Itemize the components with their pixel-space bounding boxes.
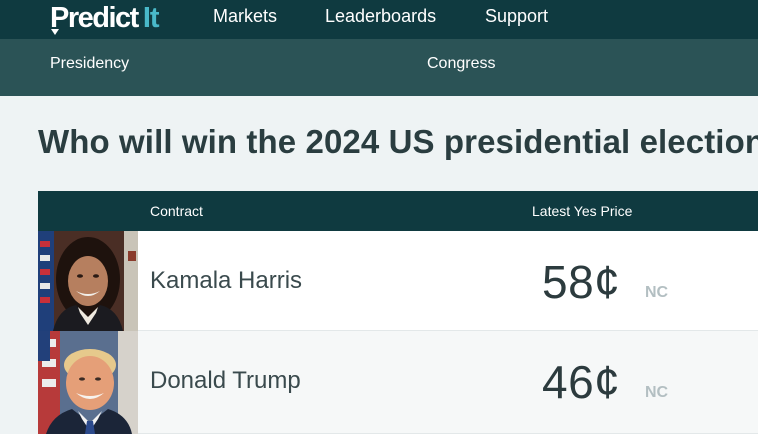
yes-price: 46¢ (542, 356, 621, 408)
column-header-contract: Contract (150, 203, 203, 219)
logo-arrow-icon (51, 29, 59, 35)
logo-text-predict: Predict (50, 2, 139, 34)
harris-avatar (38, 231, 138, 331)
contract-name[interactable]: Donald Trump (150, 367, 301, 395)
subnav-congress[interactable]: Congress (427, 55, 495, 73)
price-change: NC (645, 284, 669, 301)
contract-row-harris[interactable]: Kamala Harris 58¢ NC (38, 231, 758, 331)
table-header: Contract Latest Yes Price (38, 191, 758, 231)
price-change: NC (645, 384, 669, 401)
contract-row-trump[interactable]: Donald Trump 46¢ NC (38, 331, 758, 434)
trump-avatar (38, 331, 138, 434)
market-title: Who will win the 2024 US presidential el… (38, 123, 758, 160)
contract-name[interactable]: Kamala Harris (150, 267, 302, 295)
nav-support[interactable]: Support (485, 6, 548, 27)
predictit-logo[interactable]: Predict It (50, 2, 160, 36)
nav-markets[interactable]: Markets (213, 6, 277, 27)
nav-leaderboards[interactable]: Leaderboards (325, 6, 436, 27)
top-navbar: Predict It Markets Leaderboards Support (0, 0, 758, 39)
logo-text-it: It (142, 2, 160, 34)
yes-price: 58¢ (542, 256, 621, 308)
subnav-presidency[interactable]: Presidency (50, 55, 129, 73)
column-header-latest-yes-price: Latest Yes Price (532, 203, 633, 219)
category-subnav: Presidency Congress (0, 39, 758, 96)
contracts-table: Contract Latest Yes Price Kamala Harris … (38, 191, 758, 434)
